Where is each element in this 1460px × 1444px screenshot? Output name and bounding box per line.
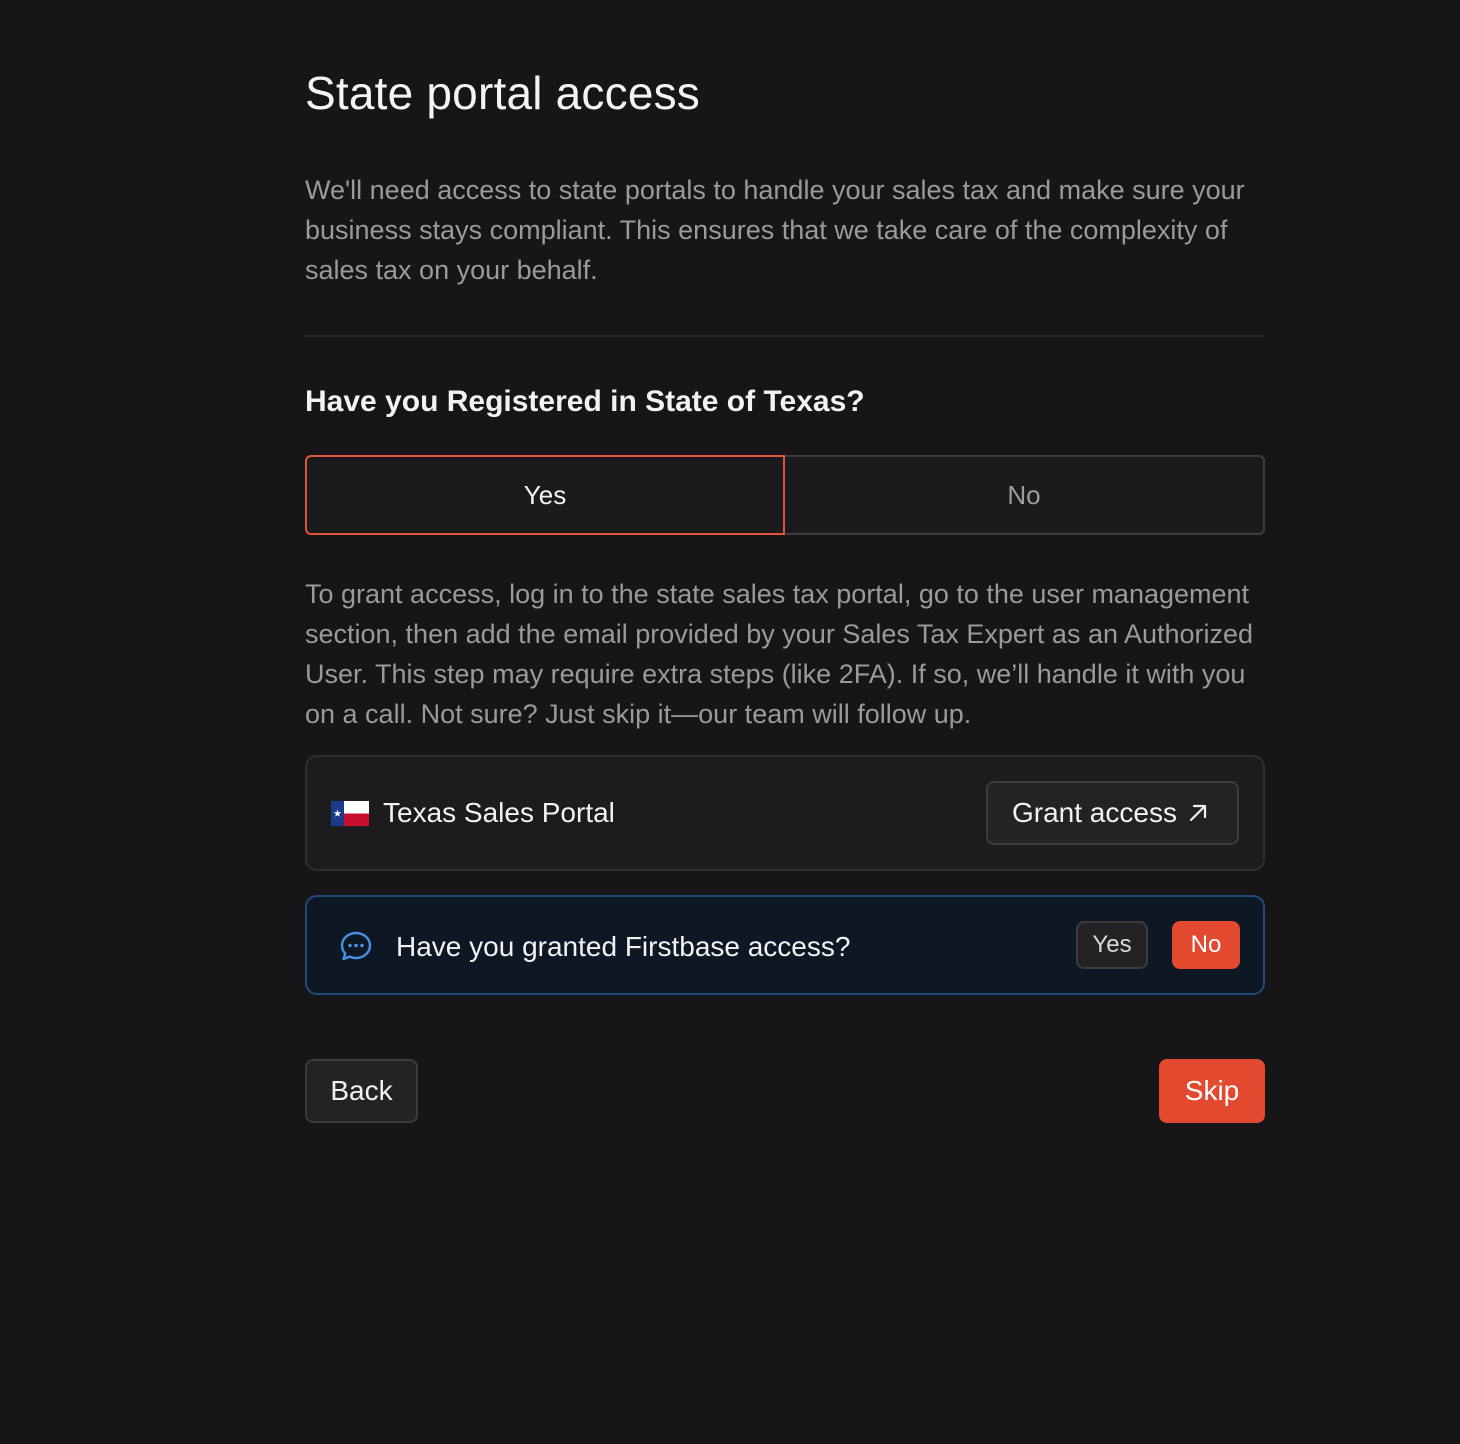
registration-question: Have you Registered in State of Texas? (305, 385, 865, 418)
access-confirmation-card: Have you granted Firstbase access? Yes N… (305, 895, 1265, 995)
registration-yes-option[interactable]: Yes (305, 455, 785, 535)
grant-instructions: To grant access, log in to the state sal… (305, 579, 1254, 729)
registration-no-option[interactable]: No (783, 455, 1265, 535)
page-title: State portal access (305, 67, 701, 119)
arrow-up-right-icon (1189, 804, 1207, 822)
section-divider (305, 335, 1265, 337)
confirm-no-button[interactable]: No (1172, 921, 1240, 969)
grant-access-button[interactable]: Grant access (986, 781, 1239, 845)
portal-card: Texas Sales Portal Grant access (305, 755, 1265, 871)
intro-text: We'll need access to state portals to ha… (305, 175, 1245, 285)
grant-access-label: Grant access (1012, 797, 1177, 828)
registration-toggle: Yes No (305, 455, 1265, 535)
back-button[interactable]: Back (305, 1059, 418, 1123)
texas-flag-icon (331, 801, 369, 826)
confirm-yes-button[interactable]: Yes (1076, 921, 1148, 969)
portal-name: Texas Sales Portal (383, 797, 615, 828)
confirmation-question: Have you granted Firstbase access? (396, 931, 851, 962)
chat-bubble-icon (340, 931, 372, 961)
skip-button[interactable]: Skip (1159, 1059, 1265, 1123)
